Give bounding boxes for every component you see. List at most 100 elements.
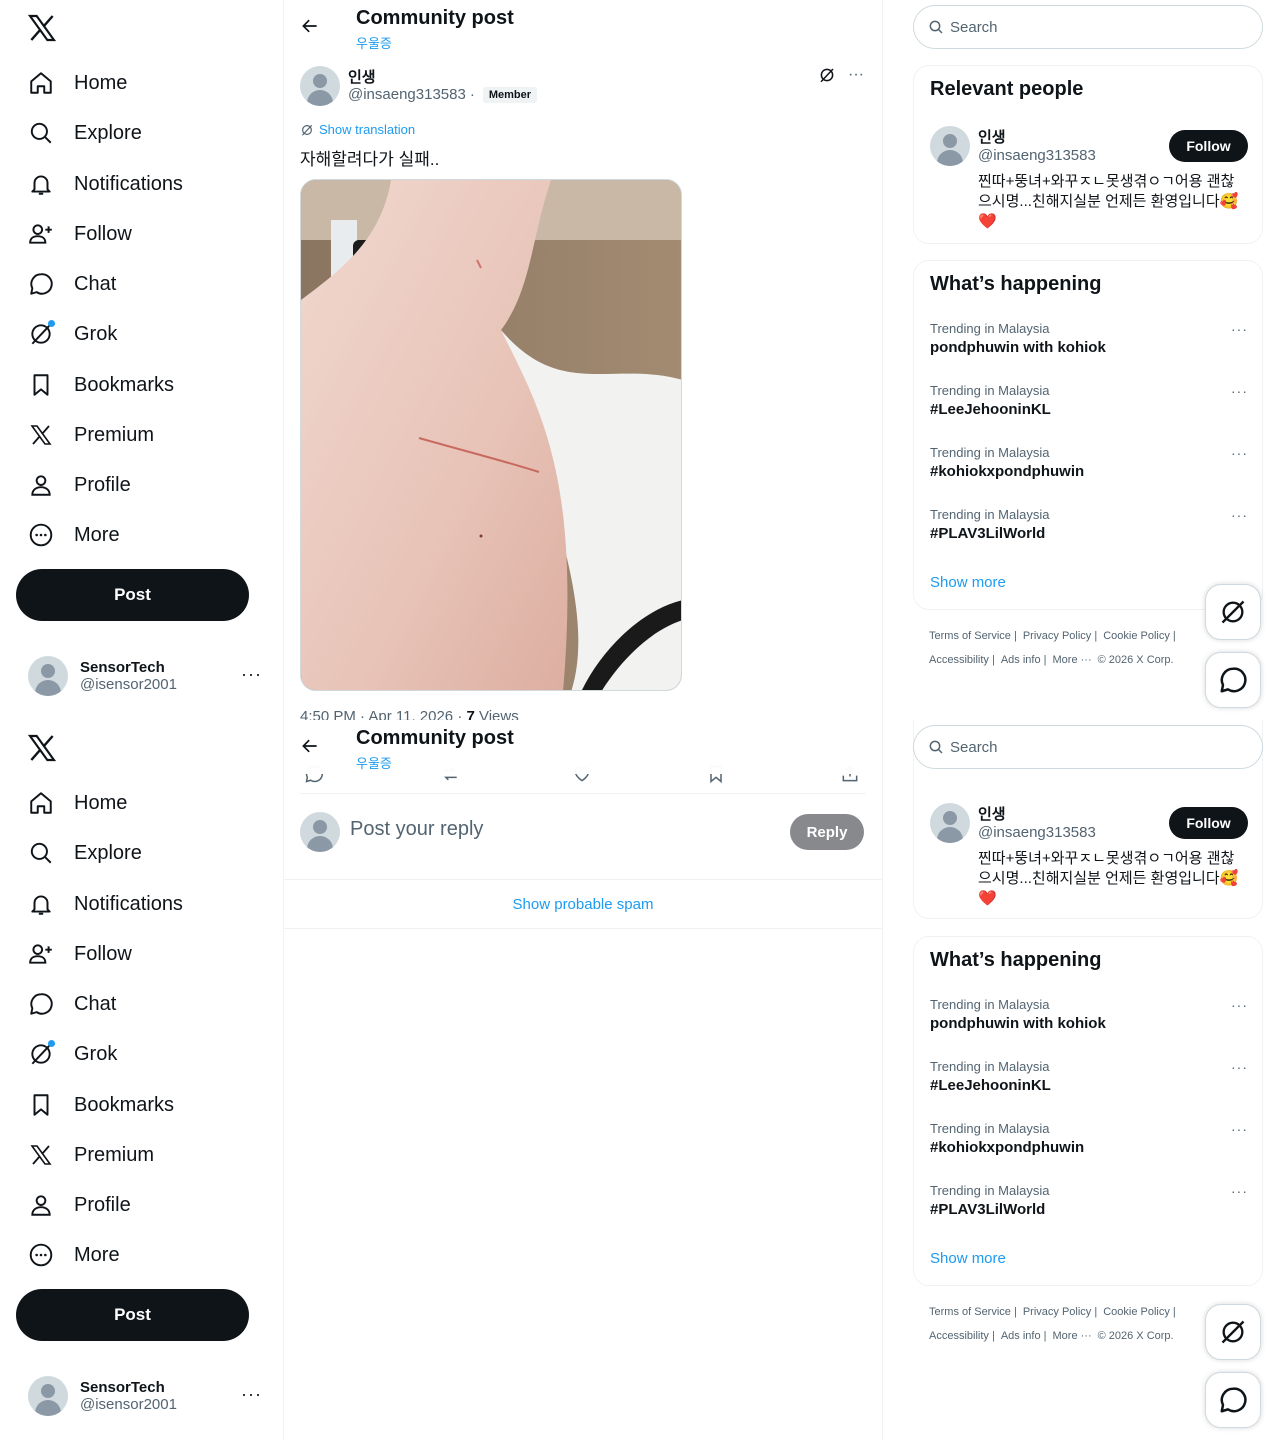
nav-explore[interactable]: Explore [26, 113, 142, 153]
photo [301, 180, 681, 690]
more-dots-icon[interactable]: ··· [241, 664, 262, 685]
footer-link[interactable]: Terms of Service | [929, 1306, 1017, 1318]
x-logo-icon[interactable] [26, 12, 58, 44]
x-logo-icon[interactable] [26, 732, 58, 764]
nav-grok[interactable]: Grok [26, 1034, 117, 1074]
back-arrow-icon[interactable] [300, 736, 320, 756]
nav-more[interactable]: More [26, 1235, 120, 1275]
trend-context: Trending in Malaysia [930, 445, 1050, 460]
footer-link[interactable]: Cookie Policy | [1103, 630, 1176, 642]
footer-link[interactable]: Ads info | [1001, 1330, 1047, 1342]
nav-label: Grok [74, 1042, 118, 1065]
follow-button[interactable]: Follow [1169, 807, 1248, 839]
footer-link[interactable]: Accessibility | [929, 654, 995, 666]
nav-more[interactable]: More [26, 515, 120, 555]
grok-icon[interactable] [818, 66, 836, 84]
more-dots-icon[interactable]: ··· [1231, 1183, 1248, 1199]
search-input[interactable]: Search [913, 5, 1263, 49]
reply-input[interactable]: Post your reply [350, 818, 483, 841]
nav-profile[interactable]: Profile [26, 465, 131, 505]
community-link[interactable]: 우울증 [356, 753, 392, 772]
more-dots-icon[interactable]: ··· [1231, 997, 1248, 1013]
nav-premium[interactable]: Premium [26, 415, 154, 455]
show-more-link[interactable]: Show more [930, 1250, 1006, 1267]
trend-item[interactable]: Trending in Malaysia pondphuwin with kohi… [930, 321, 1248, 356]
author-name[interactable]: 인생 [348, 66, 376, 87]
community-link[interactable]: 우울증 [356, 33, 392, 52]
footer-link[interactable]: Privacy Policy | [1023, 630, 1097, 642]
trend-item[interactable]: Trending in Malaysia #PLAV3LilWorld ··· [930, 507, 1248, 542]
author-avatar[interactable] [300, 66, 340, 106]
search-placeholder: Search [950, 738, 998, 756]
nav-label: More [74, 523, 120, 546]
bookmark-icon [26, 1090, 56, 1120]
author-handle[interactable]: @insaeng313583 [348, 86, 466, 103]
more-dots-icon[interactable]: ··· [1231, 507, 1248, 523]
account-switcher[interactable]: SensorTech @isensor2001 ··· [28, 1374, 268, 1418]
post-image[interactable] [300, 179, 682, 691]
trend-item[interactable]: Trending in Malaysia #LeeJehooninKL ··· [930, 1059, 1248, 1094]
footer-link[interactable]: Accessibility | [929, 1330, 995, 1342]
trend-item[interactable]: Trending in Malaysia #kohiokxpondphuwin ··… [930, 1121, 1248, 1156]
nav-bookmarks[interactable]: Bookmarks [26, 1085, 174, 1125]
nav-chat[interactable]: Chat [26, 264, 116, 304]
footer-link[interactable]: Ads info | [1001, 654, 1047, 666]
nav-home[interactable]: Home [26, 783, 127, 823]
footer-link[interactable]: Privacy Policy | [1023, 1306, 1097, 1318]
more-dots-icon[interactable]: ··· [241, 1384, 262, 1405]
trend-item[interactable]: Trending in Malaysia #LeeJehooninKL ··· [930, 383, 1248, 418]
back-arrow-icon[interactable] [300, 16, 320, 36]
more-dots-icon[interactable]: ··· [1231, 321, 1248, 337]
nav-home[interactable]: Home [26, 63, 127, 103]
footer-link[interactable]: Terms of Service | [929, 630, 1017, 642]
nav-profile[interactable]: Profile [26, 1185, 131, 1225]
nav-explore[interactable]: Explore [26, 833, 142, 873]
trend-item[interactable]: Trending in Malaysia #PLAV3LilWorld ··· [930, 1183, 1248, 1218]
avatar [28, 656, 68, 696]
grok-icon [26, 319, 56, 349]
footer-link[interactable]: More ··· [1053, 654, 1092, 666]
grok-fab[interactable] [1205, 584, 1261, 640]
search-input[interactable]: Search [913, 725, 1263, 769]
translation-label: Show translation [319, 122, 416, 137]
grok-icon [1221, 1320, 1245, 1344]
nav-follow[interactable]: Follow [26, 214, 132, 254]
avatar [930, 126, 970, 166]
account-name: SensorTech [80, 659, 165, 676]
nav-label: Chat [74, 992, 117, 1015]
nav-label: Explore [74, 841, 142, 864]
nav-notifications[interactable]: Notifications [26, 164, 183, 204]
follow-button[interactable]: Follow [1169, 130, 1248, 162]
more-dots-icon[interactable]: ··· [1231, 1059, 1248, 1075]
account-switcher[interactable]: SensorTech @isensor2001 ··· [28, 654, 268, 698]
more-dots-icon[interactable]: ··· [1231, 445, 1248, 461]
post-button[interactable]: Post [16, 1289, 249, 1341]
nav-chat[interactable]: Chat [26, 984, 116, 1024]
more-dots-icon[interactable]: ··· [1231, 1121, 1248, 1137]
show-more-link[interactable]: Show more [930, 574, 1006, 591]
grok-icon [1221, 600, 1245, 624]
nav-follow[interactable]: Follow [26, 934, 132, 974]
nav-bookmarks[interactable]: Bookmarks [26, 365, 174, 405]
grok-fab[interactable] [1205, 1304, 1261, 1360]
footer-link[interactable]: Cookie Policy | [1103, 1306, 1176, 1318]
trend-item[interactable]: Trending in Malaysia pondphuwin with kohi… [930, 997, 1248, 1032]
show-translation[interactable]: Show translation [300, 122, 415, 137]
card-title: What’s happening [930, 273, 1102, 295]
post-time[interactable]: 4:50 PM · Apr 11, 2026 · [300, 708, 466, 720]
nav-grok[interactable]: Grok [26, 314, 117, 354]
footer-links: Accessibility | Ads info | More ··· © 2026 … [929, 1330, 1180, 1342]
chat-fab[interactable] [1205, 652, 1261, 708]
show-probable-spam[interactable]: Show probable spam [284, 879, 882, 929]
footer-link[interactable]: More ··· [1053, 1330, 1092, 1342]
more-dots-icon[interactable]: ··· [1231, 383, 1248, 399]
post-button[interactable]: Post [16, 569, 249, 621]
nav-label: Chat [74, 272, 117, 295]
reply-button[interactable]: Reply [790, 814, 864, 850]
nav-notifications[interactable]: Notifications [26, 884, 183, 924]
more-dots-icon[interactable]: ··· [848, 66, 864, 84]
author-handle-row: @insaeng313583 · Member [348, 86, 538, 103]
trend-item[interactable]: Trending in Malaysia #kohiokxpondphuwin ··… [930, 445, 1248, 480]
chat-fab[interactable] [1205, 1372, 1261, 1428]
nav-premium[interactable]: Premium [26, 1135, 154, 1175]
